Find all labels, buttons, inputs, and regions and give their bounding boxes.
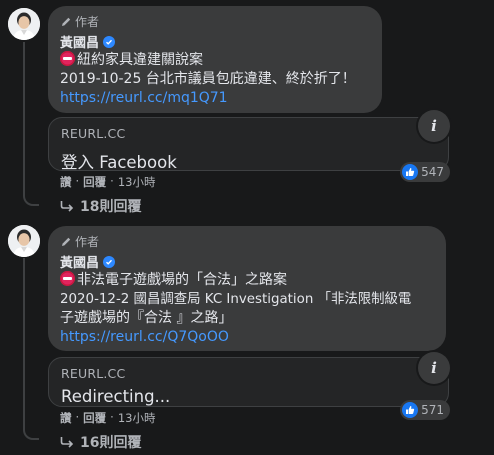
author-badge: 作者 [60,14,370,29]
no-entry-icon [60,51,75,66]
comment-timestamp[interactable]: 13小時 [118,174,156,190]
no-entry-icon [60,271,75,286]
info-icon[interactable]: i [418,110,450,142]
like-action[interactable]: 讚 [60,410,72,426]
reaction-count[interactable]: 571 [400,400,450,420]
comment-text-line: 非法電子遊戲場的「合法」之路案 [60,271,434,290]
reply-action[interactable]: 回覆 [83,410,106,426]
comment-text-line: 子遊戲場的『合法 』之路」 [60,310,233,326]
avatar[interactable] [8,225,40,257]
reaction-count-value: 547 [421,165,444,179]
separator: · [75,410,80,424]
separator: · [110,410,114,424]
info-icon[interactable]: i [418,352,450,384]
thread-connector [23,428,39,440]
comment-timestamp[interactable]: 13小時 [118,410,156,426]
replies-label: 16則回覆 [80,435,142,451]
separator: · [75,174,80,188]
author-name[interactable]: 黃國昌 [60,32,99,51]
verified-badge-icon [103,255,116,268]
view-replies-button[interactable]: 16則回覆 [60,432,141,452]
pencil-icon [62,237,71,246]
comment-link[interactable]: https://reurl.cc/Q7QoOO [60,328,434,347]
separator: · [110,174,114,188]
pencil-icon [62,17,71,26]
reply-action[interactable]: 回覆 [83,174,106,190]
comment-bubble: 作者 黃國昌 紐約家具違建關說案 2019-10-25 台北市議員包庇違建、終於… [48,6,382,113]
comment-bubble: 作者 黃國昌 非法電子遊戲場的「合法」之路案 2020-12-2 國昌調查局 K… [48,226,446,351]
verified-badge-icon [103,35,116,48]
reply-arrow-icon [60,201,74,212]
comment-text-line: 2020-12-2 國昌調查局 KC Investigation 「非法限制級電 [60,292,412,307]
avatar[interactable] [8,8,40,40]
reply-arrow-icon [60,437,74,448]
preview-title: 登入 Facebook [61,153,177,172]
author-name[interactable]: 黃國昌 [60,252,99,271]
preview-domain: REURL.CC [61,366,126,381]
comment-link[interactable]: https://reurl.cc/mq1Q71 [60,89,370,108]
comment-text-line: 2019-10-25 台北市議員包庇違建、終於折了！ [60,71,356,87]
replies-label: 18則回覆 [80,199,142,215]
comment-text-line: 紐約家具違建關說案 [60,51,370,70]
reaction-count[interactable]: 547 [400,162,450,182]
comment-actions: 讚 · 回覆 · 13小時 [60,410,155,426]
like-action[interactable]: 讚 [60,174,72,190]
like-icon [402,402,419,418]
comment-actions: 讚 · 回覆 · 13小時 [60,174,155,190]
preview-title: Redirecting... [61,387,171,406]
like-icon [402,164,419,180]
author-badge-label: 作者 [75,15,100,29]
preview-domain: REURL.CC [61,126,126,141]
author-badge-label: 作者 [75,235,100,249]
link-preview-card[interactable]: REURL.CC 登入 Facebook i [48,110,450,172]
thread-line [23,258,25,430]
link-preview-card[interactable]: REURL.CC Redirecting... i [48,352,450,407]
author-badge: 作者 [60,234,434,249]
reaction-count-value: 571 [421,403,444,417]
thread-connector [23,194,39,206]
thread-line [23,42,25,196]
view-replies-button[interactable]: 18則回覆 [60,196,141,216]
